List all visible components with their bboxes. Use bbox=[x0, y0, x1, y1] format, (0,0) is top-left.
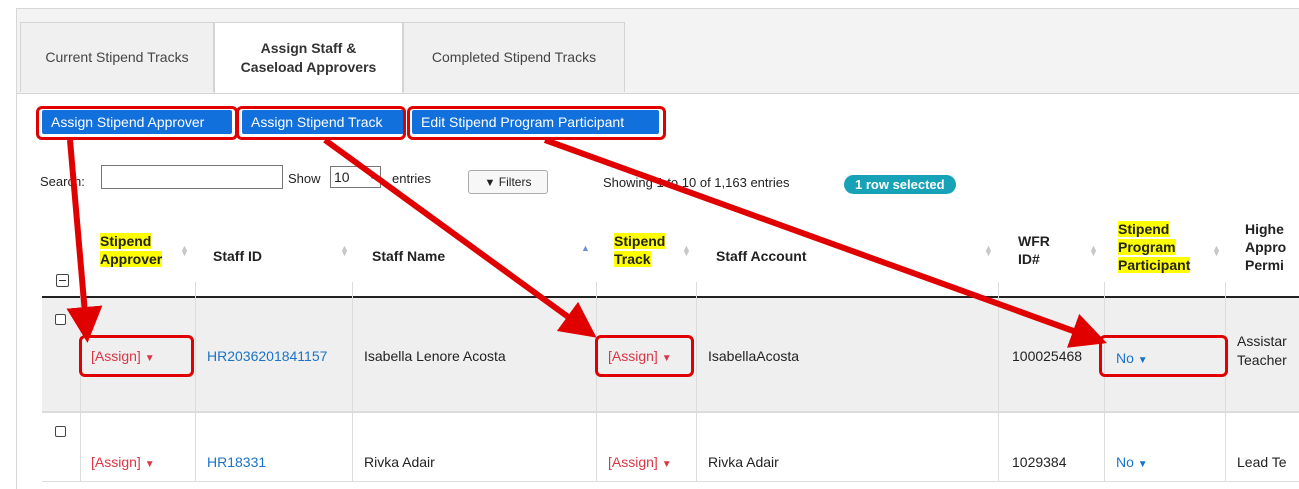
wfr-id: 100025468 bbox=[1012, 348, 1083, 364]
col-label-line3: Permi bbox=[1245, 257, 1284, 273]
col-label-line1: Stipend bbox=[614, 233, 666, 249]
chevron-down-icon: ▼ bbox=[367, 171, 377, 182]
sort-icon[interactable]: ▲ ▼ bbox=[340, 244, 349, 258]
annotation-box-approver-cell bbox=[79, 335, 194, 377]
col-label-line2: Track bbox=[614, 251, 651, 267]
staff-account: Rivka Adair bbox=[708, 454, 779, 470]
search-label: Search: bbox=[40, 174, 85, 189]
col-stipend-track[interactable]: Stipend Track bbox=[614, 232, 666, 268]
column-divider bbox=[195, 282, 196, 482]
wfr-id: 1029384 bbox=[1012, 454, 1067, 470]
col-label-line2: Appro bbox=[1245, 239, 1287, 255]
annotation-box-track-cell bbox=[595, 335, 694, 377]
assign-approver-link[interactable]: [Assign] ▼ bbox=[91, 454, 155, 470]
row-checkbox[interactable] bbox=[55, 314, 66, 325]
tab-current-stipend-tracks[interactable]: Current Stipend Tracks bbox=[20, 22, 214, 92]
col-label-line2: Program bbox=[1118, 239, 1176, 255]
col-stipend-approver[interactable]: Stipend Approver bbox=[100, 232, 163, 268]
col-label-line1: WFR bbox=[1018, 233, 1050, 249]
filters-button[interactable]: ▼ Filters bbox=[468, 170, 548, 194]
sort-asc-icon[interactable]: ▲ bbox=[581, 244, 590, 253]
assign-text: [Assign] bbox=[608, 454, 658, 470]
annotation-box-participant-button bbox=[407, 106, 666, 140]
show-label: Show bbox=[288, 171, 321, 186]
search-input[interactable] bbox=[101, 165, 283, 189]
participant-value: No bbox=[1116, 454, 1134, 470]
participant-dropdown[interactable]: No ▼ bbox=[1116, 454, 1148, 470]
assign-track-link[interactable]: [Assign] ▼ bbox=[608, 454, 672, 470]
staff-name: Rivka Adair bbox=[364, 454, 435, 470]
sort-icon[interactable]: ▲ ▼ bbox=[984, 244, 993, 258]
tab-label-line2: Caseload Approvers bbox=[240, 59, 377, 75]
sort-icon[interactable]: ▲ ▼ bbox=[1212, 244, 1221, 258]
column-divider bbox=[596, 282, 597, 482]
col-label-line1: Highe bbox=[1245, 221, 1284, 237]
filters-label: Filters bbox=[498, 175, 532, 189]
highest-line2: Teacher bbox=[1237, 352, 1287, 368]
sort-icon[interactable]: ▲ ▼ bbox=[180, 244, 189, 258]
assign-text: [Assign] bbox=[91, 454, 141, 470]
annotation-box-approver-button bbox=[36, 106, 238, 140]
highest-line1: Assistar bbox=[1237, 333, 1287, 349]
page-size-value: 10 bbox=[334, 169, 350, 185]
highest-permit: Assistar Teacher bbox=[1237, 332, 1287, 370]
col-label-line1: Stipend bbox=[1118, 221, 1170, 237]
sort-icon[interactable]: ▲ ▼ bbox=[682, 244, 691, 258]
highest-permit: Lead Te bbox=[1237, 454, 1287, 470]
col-staff-account[interactable]: Staff Account bbox=[716, 247, 806, 265]
annotation-box-participant-cell bbox=[1099, 335, 1228, 377]
column-divider bbox=[696, 282, 697, 482]
filter-icon: ▼ bbox=[484, 177, 496, 189]
col-highest-approved-permit[interactable]: Highe Appro Permi bbox=[1245, 220, 1286, 274]
tab-label: Current Stipend Tracks bbox=[45, 49, 189, 65]
table-info: Showing 1 to 10 of 1,163 entries bbox=[603, 175, 790, 190]
column-divider bbox=[1104, 282, 1105, 482]
tab-label: Completed Stipend Tracks bbox=[431, 49, 597, 65]
column-divider bbox=[1225, 282, 1226, 482]
sort-icon[interactable]: ▲ ▼ bbox=[1089, 244, 1098, 258]
col-stipend-program-participant[interactable]: Stipend Program Participant bbox=[1118, 220, 1191, 274]
caret-down-icon: ▼ bbox=[144, 459, 155, 470]
tab-label-line1: Assign Staff & bbox=[260, 40, 357, 56]
column-divider bbox=[352, 282, 353, 482]
col-label-line2: ID# bbox=[1018, 251, 1040, 267]
col-label-line3: Participant bbox=[1118, 257, 1191, 273]
select-all-checkbox[interactable] bbox=[56, 274, 69, 287]
caret-down-icon: ▼ bbox=[1137, 459, 1148, 470]
table-row[interactable] bbox=[42, 412, 1299, 482]
entries-label: entries bbox=[392, 171, 432, 186]
column-divider bbox=[80, 282, 81, 482]
selected-rows-badge: 1 row selected bbox=[844, 175, 956, 194]
caret-down-icon: ▼ bbox=[661, 459, 672, 470]
tab-assign-staff-caseload-approvers[interactable]: Assign Staff & Caseload Approvers bbox=[214, 22, 403, 93]
column-divider bbox=[998, 282, 999, 482]
annotation-box-track-button bbox=[236, 106, 406, 140]
staff-id-link[interactable]: HR18331 bbox=[207, 454, 266, 470]
staff-id-link[interactable]: HR2036201841157 bbox=[207, 348, 327, 364]
col-staff-name[interactable]: Staff Name bbox=[372, 247, 445, 265]
tab-completed-stipend-tracks[interactable]: Completed Stipend Tracks bbox=[403, 22, 625, 92]
staff-name: Isabella Lenore Acosta bbox=[364, 348, 506, 364]
col-staff-id[interactable]: Staff ID bbox=[213, 247, 262, 265]
row-checkbox[interactable] bbox=[55, 426, 66, 437]
staff-account: IsabellaAcosta bbox=[708, 348, 800, 364]
col-label-line1: Stipend bbox=[100, 233, 152, 249]
col-label-line2: Approver bbox=[100, 251, 163, 267]
col-wfr-id[interactable]: WFR ID# bbox=[1018, 232, 1050, 268]
page-size-select[interactable]: 10 ▼ bbox=[330, 166, 381, 188]
